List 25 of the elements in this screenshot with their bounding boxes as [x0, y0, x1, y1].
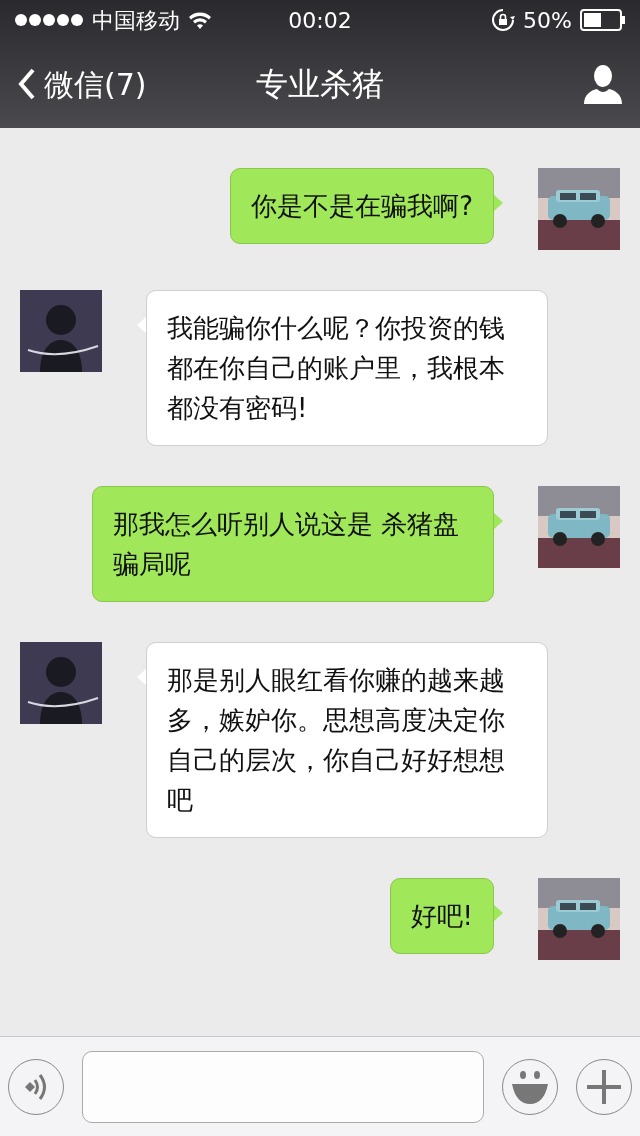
- bubble-tail: [493, 512, 503, 530]
- plus-icon: [587, 1069, 621, 1104]
- bubble-tail: [493, 904, 503, 922]
- battery-percent: 50%: [523, 6, 572, 35]
- message-bubble: 那是别人眼红看你赚的越来越多，嫉妒你。思想高度决定你自己的层次，你自己好好想想吧: [146, 642, 548, 838]
- bubble-tail: [493, 194, 503, 212]
- chat-title: 专业杀猪: [256, 64, 384, 105]
- rotation-lock-icon: [491, 8, 516, 32]
- message-bubble: 好吧!: [389, 878, 494, 954]
- signal-icon: [14, 13, 84, 27]
- message-bubble: 你是不是在骗我啊?: [230, 168, 494, 244]
- back-button[interactable]: 微信(7): [18, 61, 147, 107]
- battery-icon: [580, 9, 626, 31]
- smiley-icon: [510, 1068, 550, 1105]
- avatar-icon: [20, 642, 102, 724]
- message-bubble: 那我怎么听别人说这是 杀猪盘骗局呢: [92, 486, 494, 602]
- wifi-icon: [188, 11, 212, 29]
- contact-info-button[interactable]: [584, 64, 622, 104]
- status-time: 00:02: [288, 6, 352, 35]
- avatar-icon: [20, 290, 102, 372]
- message-input[interactable]: [82, 1050, 484, 1123]
- carrier-name: 中国移动: [92, 6, 180, 35]
- message-bubble: 我能骗你什么呢？你投资的钱都在你自己的账户里，我根本都没有密码!: [146, 290, 548, 446]
- person-icon: [584, 64, 622, 104]
- chevron-left-icon: [18, 68, 36, 100]
